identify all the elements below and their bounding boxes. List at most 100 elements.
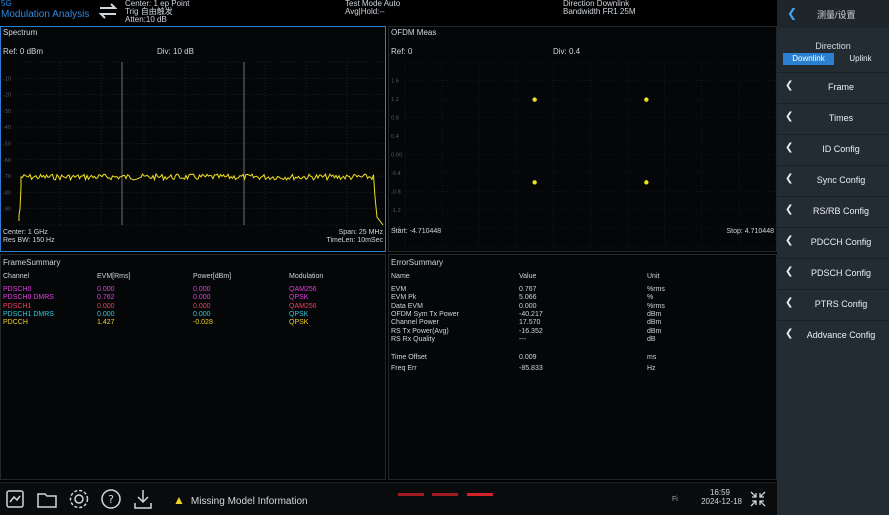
- table-row: PDSCH1 0.000 0.000 QAM256: [3, 303, 323, 311]
- spectrum-plot: -10 -20 -30 -40 -50 -60 -70 -80 -90: [3, 61, 385, 226]
- uplink-button[interactable]: Uplink: [838, 53, 883, 65]
- direction-info: Direction Downlink Bandwidth FR1 25M: [563, 0, 635, 16]
- sidebar-item-label: PDCCH Config: [810, 237, 872, 247]
- folder-icon[interactable]: [36, 488, 58, 510]
- clock-date: 2024-12-18: [701, 497, 742, 506]
- warning-message[interactable]: ▲ Missing Model Information: [173, 493, 308, 507]
- frame-cell-channel: PDSCH0: [3, 286, 32, 294]
- app-mode[interactable]: 5G Modulation Analysis: [1, 0, 89, 22]
- col-power: Power[dBm]: [193, 273, 232, 280]
- constellation-plot: 1.61.20.80.40.00-0.4-0.8-1.2-1.6: [391, 61, 777, 248]
- error-cell-value: ---: [519, 335, 526, 343]
- y-tick-label: -10: [3, 76, 11, 82]
- col-unit: Unit: [647, 273, 660, 280]
- error-summary-panel[interactable]: ErrorSummary Name Value Unit EVM 0.767 %rm…: [388, 254, 777, 480]
- test-mode-info: Test Mode Auto Avg|Hold:--: [345, 0, 400, 16]
- error-cell-name: Data EVM: [391, 302, 423, 310]
- frame-cell-mod: QPSK: [289, 294, 309, 302]
- swap-icon[interactable]: [97, 2, 119, 20]
- ofdm-start: Start: -4.710448: [391, 228, 442, 235]
- right-sidebar: ❮ 测量/设置 Direction Downlink Uplink ❮ Frame…: [777, 0, 889, 515]
- sidebar-item-label: ID Config: [822, 144, 860, 154]
- error-cell-name: Channel Power: [391, 319, 439, 327]
- table-row: Time Offset 0.009 ms: [391, 352, 665, 364]
- error-cell-unit: dB: [647, 335, 656, 343]
- frame-cell-mod: QAM256: [289, 286, 317, 294]
- sidebar-item-addvance-config[interactable]: ❮ Addvance Config: [777, 320, 889, 350]
- y-tick-label: -1.2: [391, 208, 401, 214]
- sidebar-item-pdcch-config[interactable]: ❮ PDCCH Config: [777, 227, 889, 257]
- error-cell-value: -16.352: [519, 327, 543, 335]
- error-cell-unit: dBm: [647, 311, 662, 319]
- sidebar-item-label: Sync Config: [816, 175, 866, 185]
- clock: 16:59 2024-12-18: [698, 488, 742, 506]
- constellation-point: [644, 97, 649, 102]
- download-icon[interactable]: [132, 488, 154, 510]
- error-cell-name: [391, 344, 519, 352]
- app-standard: 5G: [1, 0, 12, 8]
- table-row: Channel Power 17.570 dBm: [391, 319, 665, 327]
- spectrum-span: Span: 25 MHz TimeLen: 10mSec: [326, 229, 383, 245]
- table-row: OFDM Sym Tx Power -40.217 dBm: [391, 311, 665, 319]
- error-cell-value: -85.833: [519, 364, 543, 372]
- downlink-button[interactable]: Downlink: [783, 53, 834, 65]
- table-row: RS Tx Power(Avg) -16.352 dBm: [391, 327, 665, 335]
- sidebar-item-label: RS/RB Config: [812, 206, 870, 216]
- table-row: EVM 0.767 %rms: [391, 286, 665, 294]
- frame-cell-channel: PDCCH: [3, 319, 28, 327]
- error-cell-name: RS Tx Power(Avg): [391, 327, 449, 335]
- frame-cell-channel: PDSCH1: [3, 302, 32, 310]
- spectrum-span-value: Span: 25 MHz: [338, 229, 383, 236]
- top-status-header: 5G Modulation Analysis Center: 1 ep Poin…: [0, 0, 777, 26]
- svg-text:?: ?: [108, 493, 114, 506]
- sidebar-item-times[interactable]: ❮ Times: [777, 103, 889, 133]
- table-row: EVM Pk 5.066%: [391, 294, 665, 302]
- sidebar-item-label: Addvance Config: [806, 330, 876, 340]
- back-chevron-icon[interactable]: ❮: [787, 6, 797, 20]
- warning-text: Missing Model Information: [190, 496, 308, 507]
- sidebar-item-frame[interactable]: ❮ Frame: [777, 72, 889, 102]
- screenshot-icon[interactable]: [4, 488, 26, 510]
- help-icon[interactable]: ?: [100, 488, 122, 510]
- y-tick-label: 0.8: [391, 116, 399, 122]
- spectrum-panel[interactable]: Spectrum Ref: 0 dBm Div: 10 dB -10 -20 -30…: [0, 26, 386, 252]
- frame-summary-panel[interactable]: FrameSummary Channel EVM[Rms] Power[dBm]…: [0, 254, 386, 480]
- y-tick-label: -60: [3, 158, 11, 164]
- status-indicator-3: [467, 493, 493, 496]
- frame-cell-channel: PDSCH0 DMRS: [3, 294, 54, 302]
- col-modulation: Modulation: [289, 273, 324, 280]
- sidebar-item-id-config[interactable]: ❮ ID Config: [777, 134, 889, 164]
- table-row: PDSCH1 DMRS 0.000 0.000 QPSK: [3, 311, 323, 319]
- error-cell-unit: dBm: [647, 319, 662, 327]
- ofdm-meas-panel[interactable]: OFDM Meas Ref: 0 Div: 0.4 1.6 1.2 0.8 0.4 0.…: [388, 26, 777, 252]
- fi-indicator: Fi: [672, 496, 678, 503]
- sidebar-item-ptrs-config[interactable]: ❮ PTRS Config: [777, 289, 889, 319]
- error-cell-value: 0.767: [519, 286, 537, 294]
- gear-icon[interactable]: [68, 488, 90, 510]
- spectrum-rbw: Res BW: 150 Hz: [3, 237, 55, 244]
- clock-time: 16:59: [709, 488, 731, 497]
- table-row: [391, 344, 665, 352]
- sidebar-item-label: Times: [828, 113, 854, 123]
- y-tick-label: -40: [3, 125, 11, 131]
- sidebar-title: 测量/设置: [817, 10, 856, 20]
- sidebar-item-pdsch-config[interactable]: ❮ PDSCH Config: [777, 258, 889, 288]
- bandwidth-status: Bandwidth FR1 25M: [563, 7, 636, 16]
- error-cell-name: RS Rx Quality: [391, 335, 435, 343]
- y-tick-label: -50: [3, 142, 11, 148]
- error-summary-table: Name Value Unit EVM 0.767 %rms EVM Pk 5.066%…: [391, 273, 665, 373]
- sidebar-item-label: PDSCH Config: [810, 268, 872, 278]
- error-cell-name: EVM Pk: [391, 294, 417, 302]
- bottom-taskbar: ? ▲ Missing Model Information Fi 16:59 20…: [0, 482, 777, 515]
- sidebar-item-rs-rb-config[interactable]: ❮ RS/RB Config: [777, 196, 889, 226]
- sidebar-item-sync-config[interactable]: ❮ Sync Config: [777, 165, 889, 195]
- y-tick-label: 1.6: [391, 79, 399, 85]
- error-cell-name: Freq Err: [391, 364, 417, 372]
- error-cell-unit: ms: [647, 354, 657, 362]
- col-value: Value: [519, 273, 537, 280]
- frame-cell-mod: QAM256: [289, 302, 317, 310]
- y-tick-label: -0.8: [391, 190, 401, 196]
- warning-icon: ▲: [173, 493, 185, 507]
- collapse-icon[interactable]: [748, 489, 768, 509]
- spectrum-trace: [18, 172, 384, 226]
